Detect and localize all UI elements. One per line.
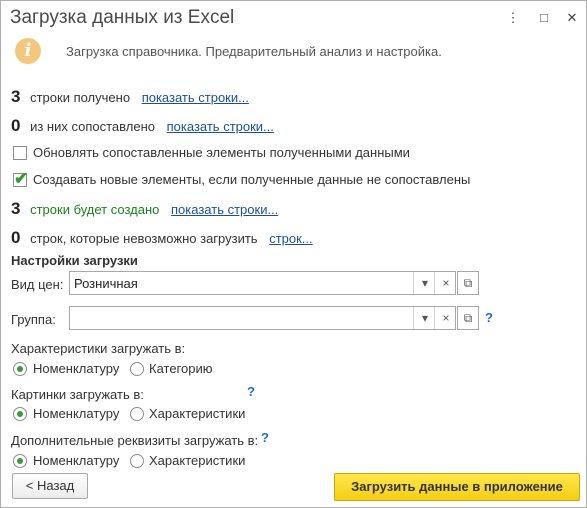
create-new-label[interactable]: Создавать новые элементы, если полученны… (33, 172, 470, 187)
price-type-label: Вид цен: (11, 277, 64, 292)
price-type-dropdown-icon[interactable]: ▾ (413, 272, 436, 294)
pictures-help-icon[interactable]: ? (247, 384, 255, 399)
show-matched-link[interactable]: показать строки... (167, 119, 274, 134)
stat-failed: 0 строк, которые невозможно загрузить ст… (11, 228, 313, 248)
maximize-icon[interactable]: □ (537, 11, 551, 25)
characteristics-radio-category[interactable] (130, 362, 144, 376)
received-label: строки получено (30, 90, 131, 105)
create-new-checkbox[interactable]: ✔ (13, 169, 28, 188)
more-menu-icon[interactable]: ⋮ (506, 11, 520, 25)
price-type-clear-icon[interactable]: × (434, 272, 457, 294)
additional-help-icon[interactable]: ? (261, 430, 269, 445)
pictures-radio-characteristics[interactable] (130, 407, 144, 421)
close-icon[interactable]: ✕ (565, 11, 579, 25)
group-field[interactable]: ▾ × (69, 306, 456, 330)
pictures-radio-nomenclature[interactable] (13, 407, 27, 421)
stat-received: 3 строки получено показать строки... (11, 87, 249, 107)
stat-matched: 0 из них сопоставлено показать строки... (11, 116, 274, 136)
failed-count: 0 (11, 228, 21, 247)
price-type-open-icon[interactable]: ⧉ (457, 271, 479, 295)
back-button[interactable]: < Назад (12, 473, 88, 499)
update-existing-label[interactable]: Обновлять сопоставленные элементы получе… (33, 145, 410, 160)
show-failed-link[interactable]: строк... (269, 231, 312, 246)
characteristics-radio-nomenclature[interactable] (13, 362, 27, 376)
settings-heading: Настройки загрузки (11, 253, 138, 268)
dialog-window: Загрузка данных из Excel ⋮ □ ✕ i Загрузк… (0, 0, 587, 508)
additional-option-nomenclature[interactable]: Номенклатуру (33, 453, 119, 468)
group-help-icon[interactable]: ? (485, 310, 493, 325)
info-icon: i (15, 38, 41, 64)
received-count: 3 (11, 87, 21, 106)
to-create-count: 3 (11, 199, 21, 218)
show-received-link[interactable]: показать строки... (142, 90, 249, 105)
load-data-button[interactable]: Загрузить данные в приложение (334, 473, 580, 501)
additional-option-characteristics[interactable]: Характеристики (149, 453, 245, 468)
characteristics-option-category[interactable]: Категорию (149, 361, 212, 376)
matched-label: из них сопоставлено (30, 119, 155, 134)
price-type-value: Розничная (74, 276, 138, 291)
window-title: Загрузка данных из Excel (10, 7, 235, 28)
additional-radio-characteristics[interactable] (130, 454, 144, 468)
show-to-create-link[interactable]: показать строки... (171, 202, 278, 217)
info-text: Загрузка справочника. Предварительный ан… (66, 44, 442, 59)
matched-count: 0 (11, 116, 21, 135)
checkmark-icon: ✔ (14, 169, 29, 188)
group-dropdown-icon[interactable]: ▾ (413, 307, 436, 329)
update-existing-checkbox[interactable] (13, 146, 27, 160)
group-label: Группа: (11, 312, 56, 327)
group-open-icon[interactable]: ⧉ (457, 306, 479, 330)
price-type-field[interactable]: Розничная ▾ × (69, 271, 456, 295)
characteristics-label: Характеристики загружать в: (11, 341, 186, 356)
additional-radio-nomenclature[interactable] (13, 454, 27, 468)
additional-label: Дополнительные реквизиты загружать в: (11, 433, 259, 448)
stat-to-create: 3 строки будет создано показать строки..… (11, 199, 278, 219)
failed-label: строк, которые невозможно загрузить (30, 231, 258, 246)
characteristics-option-nomenclature[interactable]: Номенклатуру (33, 361, 119, 376)
group-clear-icon[interactable]: × (434, 307, 457, 329)
pictures-option-characteristics[interactable]: Характеристики (149, 406, 245, 421)
pictures-option-nomenclature[interactable]: Номенклатуру (33, 406, 119, 421)
to-create-label: строки будет создано (30, 202, 160, 217)
pictures-label: Картинки загружать в: (11, 387, 144, 402)
